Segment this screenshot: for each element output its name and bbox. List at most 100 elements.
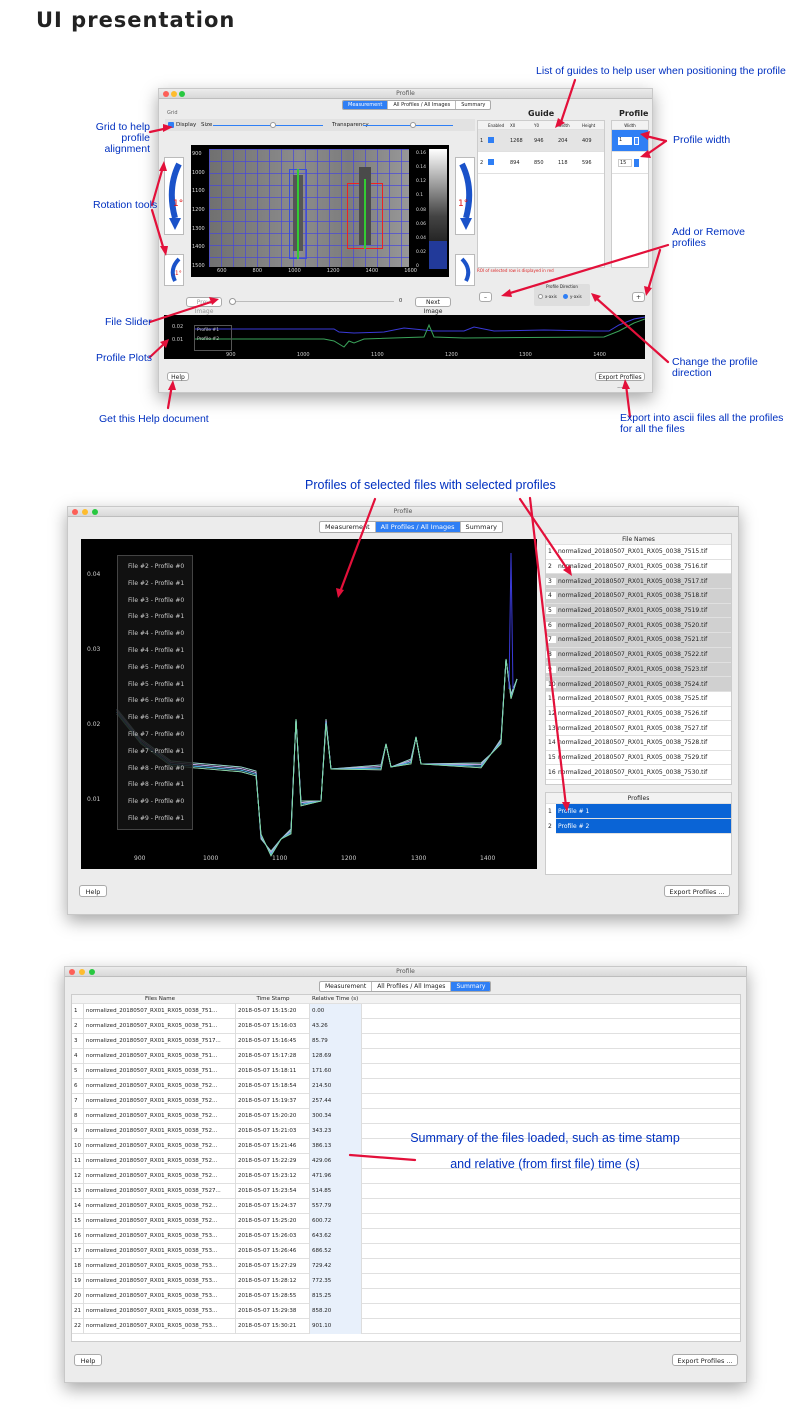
file-row[interactable]: 9 normalized_20180507_RX01_RX05_0038_7523… [546, 662, 731, 678]
display-checkbox[interactable] [168, 122, 174, 128]
file-row[interactable]: 12 normalized_20180507_RX01_RX05_0038_752… [546, 707, 731, 722]
summary-row[interactable]: 7 normalized_20180507_RX01_RX05_0038_752.… [72, 1093, 740, 1109]
help-button[interactable]: Help [167, 372, 189, 381]
profile-row[interactable]: 2 Profile # 2 [546, 818, 731, 834]
help-button[interactable]: Help [74, 1354, 102, 1366]
summary-row[interactable]: 17 normalized_20180507_RX01_RX05_0038_753… [72, 1243, 740, 1259]
file-row[interactable]: 10 normalized_20180507_RX01_RX05_0038_752… [546, 677, 731, 692]
width-stepper[interactable] [634, 158, 639, 167]
export-profiles-button[interactable]: Export Profiles ... [672, 1354, 738, 1366]
guide-row[interactable]: 2 894 850 118 596 [478, 152, 604, 174]
width-spinbox[interactable]: 1 [618, 136, 632, 145]
all-profiles-plot[interactable]: File #2 - Profile #0 File #2 - Profile #1… [81, 539, 537, 869]
file-name: normalized_20180507_RX01_RX05_0038_7529.… [558, 753, 708, 761]
export-profiles-button[interactable]: Export Profiles ... [595, 372, 645, 390]
summary-row[interactable]: 22 normalized_20180507_RX01_RX05_0038_753… [72, 1318, 740, 1334]
tab-measurement[interactable]: Measurement [343, 101, 389, 109]
profile-line-2[interactable] [364, 179, 366, 249]
close-button[interactable] [69, 969, 75, 975]
x-axis-radio[interactable] [538, 294, 543, 299]
profile-line-1[interactable] [297, 169, 299, 259]
close-button[interactable] [163, 91, 169, 97]
summary-row[interactable]: 2 normalized_20180507_RX01_RX05_0038_751.… [72, 1018, 740, 1034]
profile-plot[interactable]: Profile #1 Profile #2 0.02 0.01 900 1000 110… [164, 315, 646, 359]
summary-row[interactable]: 4 normalized_20180507_RX01_RX05_0038_751.… [72, 1048, 740, 1064]
summary-row[interactable]: 16 normalized_20180507_RX01_RX05_0038_753… [72, 1228, 740, 1244]
tab-measurement[interactable]: Measurement [320, 522, 376, 532]
help-button[interactable]: Help [79, 885, 107, 897]
size-slider[interactable] [213, 125, 323, 126]
file-row[interactable]: 5 normalized_20180507_RX01_RX05_0038_7519… [546, 603, 731, 619]
summary-row[interactable]: 13 normalized_20180507_RX01_RX05_0038_752… [72, 1183, 740, 1199]
guide-enabled-checkbox[interactable] [488, 158, 494, 165]
histogram-widget[interactable] [429, 149, 447, 271]
tab-measurement[interactable]: Measurement [320, 982, 373, 991]
tab-summary[interactable]: Summary [451, 982, 491, 991]
close-button[interactable] [72, 509, 78, 515]
summary-row[interactable]: 21 normalized_20180507_RX01_RX05_0038_753… [72, 1303, 740, 1319]
maximize-button[interactable] [179, 91, 185, 97]
summary-row[interactable]: 20 normalized_20180507_RX01_RX05_0038_753… [72, 1288, 740, 1304]
export-profiles-button[interactable]: Export Profiles ... [664, 885, 730, 897]
file-slider-knob[interactable] [229, 298, 236, 305]
width-row[interactable]: 15 [612, 152, 648, 174]
file-row[interactable]: 7 normalized_20180507_RX01_RX05_0038_7521… [546, 633, 731, 648]
prev-image-button[interactable]: Prev. Image [186, 297, 222, 315]
next-image-button[interactable]: Next Image [415, 297, 451, 315]
minimize-button[interactable] [82, 509, 88, 515]
summary-row[interactable]: 1 normalized_20180507_RX01_RX05_0038_751.… [72, 1003, 740, 1019]
file-row[interactable]: 1 normalized_20180507_RX01_RX05_0038_7515… [546, 545, 731, 560]
size-slider-knob[interactable] [270, 122, 276, 128]
maximize-button[interactable] [89, 969, 95, 975]
guide-enabled-checkbox[interactable] [488, 136, 494, 143]
image-canvas[interactable] [209, 149, 409, 267]
file-slider[interactable] [229, 301, 394, 302]
file-row[interactable]: 8 normalized_20180507_RX01_RX05_0038_7522… [546, 647, 731, 663]
annotation-direction: Change the profile direction [672, 356, 758, 379]
tab-summary[interactable]: Summary [461, 522, 502, 532]
file-row[interactable]: 16 normalized_20180507_RX01_RX05_0038_753… [546, 765, 731, 780]
rotate-right-small-button[interactable] [455, 254, 475, 286]
transparency-slider[interactable] [363, 125, 453, 126]
width-stepper[interactable] [634, 136, 639, 145]
minimize-button[interactable] [79, 969, 85, 975]
tab-summary[interactable]: Summary [456, 101, 490, 109]
summary-row[interactable]: 8 normalized_20180507_RX01_RX05_0038_752.… [72, 1108, 740, 1124]
summary-row[interactable]: 14 normalized_20180507_RX01_RX05_0038_752… [72, 1198, 740, 1214]
summary-row[interactable]: 15 normalized_20180507_RX01_RX05_0038_752… [72, 1213, 740, 1229]
x-tick-label: 800 [252, 268, 263, 274]
file-row[interactable]: 11 normalized_20180507_RX01_RX05_0038_752… [546, 692, 731, 707]
summary-row[interactable]: 5 normalized_20180507_RX01_RX05_0038_751.… [72, 1063, 740, 1079]
width-spinbox[interactable]: 15 [618, 158, 632, 167]
guide-row[interactable]: 1 1268 946 204 409 [478, 130, 604, 152]
remove-profile-button[interactable]: – [479, 292, 492, 302]
file-name: normalized_20180507_RX01_RX05_0038_7530.… [558, 768, 708, 776]
image-view[interactable]: 900 1000 1100 1200 1300 1400 1500 600 800 1000 12… [191, 145, 449, 277]
rotate-right-button[interactable]: 1° [455, 157, 475, 235]
histogram-range[interactable] [429, 241, 447, 269]
file-row[interactable]: 4 normalized_20180507_RX01_RX05_0038_7518… [546, 589, 731, 604]
file-row[interactable]: 13 normalized_20180507_RX01_RX05_0038_752… [546, 721, 731, 736]
maximize-button[interactable] [92, 509, 98, 515]
transparency-slider-knob[interactable] [410, 122, 416, 128]
file-row[interactable]: 15 normalized_20180507_RX01_RX05_0038_752… [546, 751, 731, 766]
profile-row[interactable]: 1 Profile # 1 [546, 803, 731, 819]
file-row[interactable]: 6 normalized_20180507_RX01_RX05_0038_7520… [546, 618, 731, 634]
summary-row[interactable]: 19 normalized_20180507_RX01_RX05_0038_753… [72, 1273, 740, 1289]
width-row[interactable]: 1 [612, 130, 648, 152]
minimize-button[interactable] [171, 91, 177, 97]
add-profile-button[interactable]: + [632, 292, 645, 302]
rotate-ccw-small-icon: .1° [170, 257, 182, 282]
tab-all-profiles[interactable]: All Profiles / All Images [375, 522, 461, 532]
file-row[interactable]: 3 normalized_20180507_RX01_RX05_0038_7517… [546, 574, 731, 590]
summary-row[interactable]: 3 normalized_20180507_RX01_RX05_0038_7517… [72, 1033, 740, 1049]
summary-row[interactable]: 18 normalized_20180507_RX01_RX05_0038_753… [72, 1258, 740, 1274]
tab-all-profiles[interactable]: All Profiles / All Images [372, 982, 452, 991]
rotate-left-button[interactable]: 1° [164, 157, 184, 235]
tab-all-profiles[interactable]: All Profiles / All Images [388, 101, 457, 109]
file-row[interactable]: 14 normalized_20180507_RX01_RX05_0038_752… [546, 736, 731, 751]
y-axis-radio[interactable] [563, 294, 568, 299]
rotate-left-small-button[interactable]: .1° [164, 254, 184, 286]
file-row[interactable]: 2 normalized_20180507_RX01_RX05_0038_7516… [546, 560, 731, 575]
summary-row[interactable]: 6 normalized_20180507_RX01_RX05_0038_752.… [72, 1078, 740, 1094]
